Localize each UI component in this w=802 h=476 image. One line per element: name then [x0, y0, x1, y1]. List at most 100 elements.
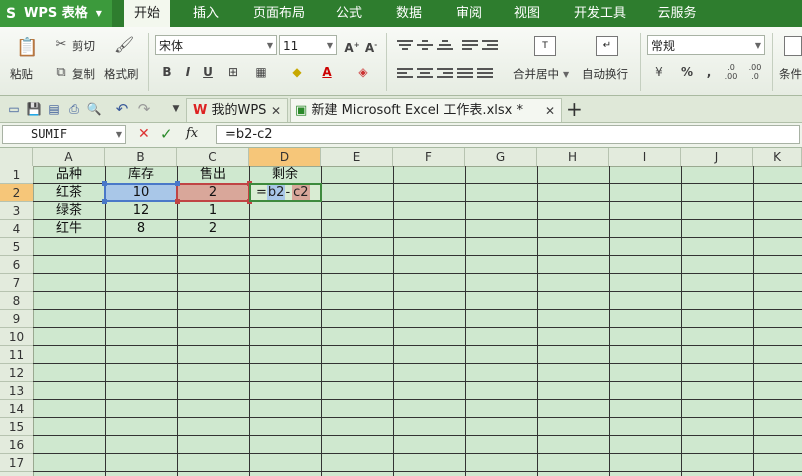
save-icon[interactable]: 💾	[26, 101, 42, 117]
ref-handle[interactable]	[102, 181, 107, 186]
row-header-10[interactable]: 10	[0, 328, 33, 346]
format-painter-button[interactable]: 格式刷	[104, 66, 139, 82]
row-header-4[interactable]: 4	[0, 220, 33, 238]
copy-button[interactable]: 复制	[72, 66, 95, 82]
row-header-8[interactable]: 8	[0, 292, 33, 310]
new-file-icon[interactable]: ▭	[6, 101, 22, 117]
distributed-icon[interactable]	[477, 66, 493, 80]
row-header-2[interactable]: 2	[0, 184, 33, 202]
select-all-corner[interactable]	[0, 148, 33, 166]
row-header-17[interactable]: 17	[0, 454, 33, 472]
row-header-7[interactable]: 7	[0, 274, 33, 292]
cell-a2[interactable]: 红茶	[33, 184, 105, 202]
column-header-e[interactable]: E	[321, 148, 393, 166]
cut-button[interactable]: 剪切	[72, 38, 95, 54]
print-preview-icon[interactable]: 🔍	[86, 101, 102, 117]
formula-input[interactable]: =b2-c2	[216, 125, 800, 144]
number-format-select[interactable]: 常规 ▼	[647, 35, 765, 55]
row-header-9[interactable]: 9	[0, 310, 33, 328]
cell-a4[interactable]: 红牛	[33, 220, 105, 238]
row-header-13[interactable]: 13	[0, 382, 33, 400]
cell-a1[interactable]: 品种	[33, 166, 105, 184]
customize-dropdown-icon[interactable]: ▼	[168, 101, 184, 117]
row-header-11[interactable]: 11	[0, 346, 33, 364]
font-name-select[interactable]: 宋体 ▼	[155, 35, 277, 55]
comma-icon[interactable]: ,	[700, 63, 718, 81]
column-header-b[interactable]: B	[105, 148, 177, 166]
row-header-14[interactable]: 14	[0, 400, 33, 418]
column-header-f[interactable]: F	[393, 148, 465, 166]
wrap-text-button[interactable]: 自动换行	[582, 66, 628, 82]
align-middle-icon[interactable]	[417, 38, 433, 52]
tab-view[interactable]: 视图	[504, 0, 550, 27]
column-header-a[interactable]: A	[33, 148, 105, 166]
column-header-c[interactable]: C	[177, 148, 249, 166]
currency-icon[interactable]: ¥	[650, 63, 668, 81]
app-menu-button[interactable]: S WPS 表格 ▼	[0, 0, 112, 27]
cell-d1[interactable]: 剩余	[249, 166, 321, 184]
tab-review[interactable]: 审阅	[446, 0, 492, 27]
row-header-16[interactable]: 16	[0, 436, 33, 454]
print-icon[interactable]: ⎙	[66, 101, 82, 117]
wrap-icon[interactable]	[462, 38, 478, 52]
chevron-down-icon[interactable]: ▼	[116, 126, 122, 143]
align-left-icon[interactable]	[397, 66, 413, 80]
indent-icon[interactable]	[482, 38, 498, 52]
percent-icon[interactable]: %	[678, 63, 696, 81]
align-bottom-icon[interactable]	[437, 38, 453, 52]
open-icon[interactable]: ▤	[46, 101, 62, 117]
shrink-font-icon[interactable]: A-	[362, 36, 380, 55]
cell-c4[interactable]: 2	[177, 220, 249, 238]
redo-icon[interactable]: ↷	[136, 101, 152, 117]
column-header-k[interactable]: K	[753, 148, 802, 166]
font-size-select[interactable]: 11 ▼	[279, 35, 337, 55]
tab-data[interactable]: 数据	[386, 0, 432, 27]
cell-a3[interactable]: 绿茶	[33, 202, 105, 220]
underline-icon[interactable]: U	[199, 63, 217, 81]
align-right-icon[interactable]	[437, 66, 453, 80]
align-center-icon[interactable]	[417, 66, 433, 80]
cell-c1[interactable]: 售出	[177, 166, 249, 184]
undo-icon[interactable]: ↶	[114, 101, 130, 117]
align-top-icon[interactable]	[397, 38, 413, 52]
font-color-icon[interactable]: A	[318, 63, 336, 81]
clear-format-icon[interactable]: ◈	[354, 63, 372, 81]
align-justify-icon[interactable]	[457, 66, 473, 80]
chevron-down-icon[interactable]: ▼	[563, 70, 569, 79]
bold-icon[interactable]: B	[158, 63, 176, 81]
cell-b1[interactable]: 库存	[105, 166, 177, 184]
tab-insert[interactable]: 插入	[180, 0, 232, 27]
new-tab-icon[interactable]: +	[566, 97, 583, 121]
cell-b2-referenced[interactable]: 10	[104, 183, 178, 202]
row-header-1[interactable]: 1	[0, 166, 33, 184]
borders-icon[interactable]: ⊞	[224, 63, 242, 81]
cell-b3[interactable]: 12	[105, 202, 177, 220]
column-header-h[interactable]: H	[537, 148, 609, 166]
cell-c3[interactable]: 1	[177, 202, 249, 220]
close-icon[interactable]: ✕	[271, 99, 281, 123]
grow-font-icon[interactable]: A+	[343, 36, 361, 55]
cell-style-icon[interactable]: ▦	[252, 63, 270, 81]
row-header-6[interactable]: 6	[0, 256, 33, 274]
cell-c2-referenced[interactable]: 2	[176, 183, 250, 202]
ref-handle[interactable]	[175, 181, 180, 186]
name-box[interactable]: SUMIF ▼	[2, 125, 126, 144]
column-header-i[interactable]: I	[609, 148, 681, 166]
paste-button[interactable]: 粘贴	[10, 66, 33, 82]
tab-developer[interactable]: 开发工具	[568, 0, 632, 27]
cell-b4[interactable]: 8	[105, 220, 177, 238]
insert-function-button[interactable]: fx	[186, 126, 198, 141]
tab-page-layout[interactable]: 页面布局	[246, 0, 312, 27]
cell-d2-editing[interactable]: =b2- c2	[249, 183, 322, 202]
tab-formulas[interactable]: 公式	[326, 0, 372, 27]
column-header-d[interactable]: D	[249, 148, 321, 166]
decrease-decimal-icon[interactable]: .00.0	[746, 63, 764, 81]
column-header-j[interactable]: J	[681, 148, 753, 166]
tab-home[interactable]: 开始	[124, 0, 170, 27]
fill-color-icon[interactable]: ◆	[288, 63, 306, 81]
row-header-15[interactable]: 15	[0, 418, 33, 436]
doc-tab-workbook[interactable]: ▣ 新建 Microsoft Excel 工作表.xlsx * ✕	[290, 98, 562, 122]
doc-tab-my-wps[interactable]: W 我的WPS ✕	[186, 98, 288, 122]
paste-icon[interactable]: 📋	[16, 36, 38, 60]
confirm-icon[interactable]: ✓	[160, 125, 173, 143]
